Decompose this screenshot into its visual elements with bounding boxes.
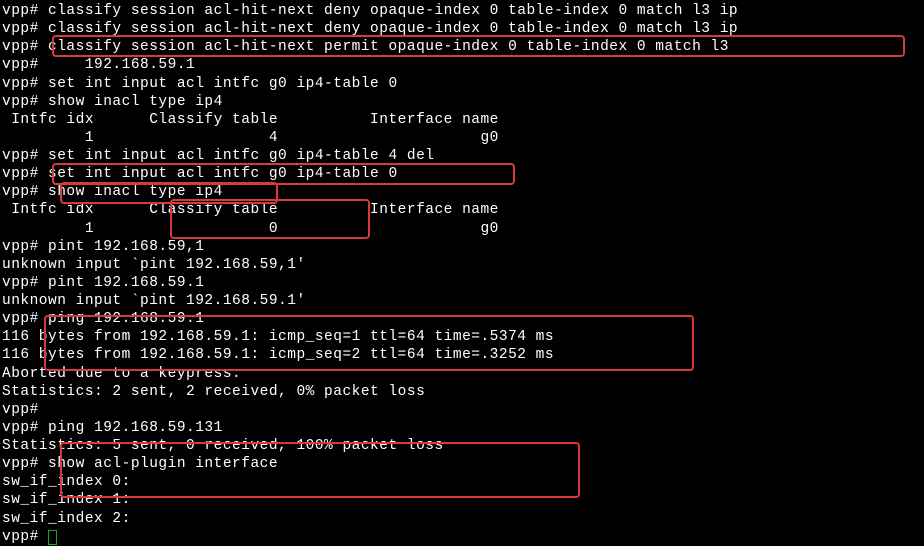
terminal-text: vpp# show inacl type ip4 (2, 184, 223, 200)
terminal-text: Statistics: 2 sent, 2 received, 0% packe… (2, 384, 425, 400)
terminal-line: vpp# classify session acl-hit-next permi… (2, 38, 922, 56)
terminal-text: vpp# ping 192.168.59.1 (2, 311, 204, 327)
terminal-line: 116 bytes from 192.168.59.1: icmp_seq=1 … (2, 328, 922, 346)
terminal-text: Aborted due to a keypress. (2, 366, 241, 382)
terminal-text: 116 bytes from 192.168.59.1: icmp_seq=1 … (2, 329, 554, 345)
terminal-text: Intfc idx Classify table Interface name (2, 112, 499, 128)
terminal-text: vpp# pint 192.168.59,1 (2, 239, 204, 255)
terminal-text: unknown input `pint 192.168.59,1' (2, 257, 306, 273)
terminal-text: sw_if_index 2: (2, 511, 131, 527)
terminal-line: Statistics: 2 sent, 2 received, 0% packe… (2, 383, 922, 401)
terminal-line: Statistics: 5 sent, 0 received, 100% pac… (2, 437, 922, 455)
terminal-line: Aborted due to a keypress. (2, 365, 922, 383)
terminal-line: vpp# set int input acl intfc g0 ip4-tabl… (2, 165, 922, 183)
terminal-text: vpp# show inacl type ip4 (2, 94, 223, 110)
terminal-text: sw_if_index 1: (2, 492, 131, 508)
terminal-line: sw_if_index 1: (2, 491, 922, 509)
terminal-line: unknown input `pint 192.168.59.1' (2, 292, 922, 310)
terminal-line: vpp# set int input acl intfc g0 ip4-tabl… (2, 147, 922, 165)
terminal-text: Intfc idx Classify table Interface name (2, 202, 499, 218)
terminal-line: vpp# set int input acl intfc g0 ip4-tabl… (2, 75, 922, 93)
terminal-text: Statistics: 5 sent, 0 received, 100% pac… (2, 438, 444, 454)
terminal-line: sw_if_index 0: (2, 473, 922, 491)
terminal-text: 1 4 g0 (2, 130, 499, 146)
terminal-line: vpp# (2, 528, 922, 546)
terminal-text: vpp# set int input acl intfc g0 ip4-tabl… (2, 148, 434, 164)
terminal-text: vpp# classify session acl-hit-next deny … (2, 3, 738, 19)
terminal-line: vpp# show acl-plugin interface (2, 455, 922, 473)
terminal-text: 116 bytes from 192.168.59.1: icmp_seq=2 … (2, 347, 554, 363)
terminal-text: vpp# set int input acl intfc g0 ip4-tabl… (2, 76, 398, 92)
terminal-line: vpp# classify session acl-hit-next deny … (2, 2, 922, 20)
terminal-line: vpp# classify session acl-hit-next deny … (2, 20, 922, 38)
terminal-line: vpp# show inacl type ip4 (2, 183, 922, 201)
terminal-text: unknown input `pint 192.168.59.1' (2, 293, 306, 309)
terminal-line: 1 4 g0 (2, 129, 922, 147)
terminal-line: vpp# pint 192.168.59.1 (2, 274, 922, 292)
terminal-line: vpp# ping 192.168.59.1 (2, 310, 922, 328)
terminal-line: sw_if_index 2: (2, 510, 922, 528)
terminal-line: vpp# (2, 401, 922, 419)
terminal-text: vpp# (2, 402, 39, 418)
terminal-text: sw_if_index 0: (2, 474, 131, 490)
terminal-output[interactable]: vpp# classify session acl-hit-next deny … (2, 2, 922, 546)
terminal-text: 1 0 g0 (2, 221, 499, 237)
terminal-text: vpp# set int input acl intfc g0 ip4-tabl… (2, 166, 398, 182)
terminal-line: 116 bytes from 192.168.59.1: icmp_seq=2 … (2, 346, 922, 364)
cursor (48, 530, 57, 545)
terminal-line: vpp# show inacl type ip4 (2, 93, 922, 111)
terminal-text: vpp# (2, 529, 48, 545)
terminal-line: 1 0 g0 (2, 220, 922, 238)
terminal-text: vpp# 192.168.59.1 (2, 57, 195, 73)
terminal-text: vpp# pint 192.168.59.1 (2, 275, 204, 291)
terminal-text: vpp# show acl-plugin interface (2, 456, 278, 472)
terminal-line: unknown input `pint 192.168.59,1' (2, 256, 922, 274)
terminal-line: vpp# ping 192.168.59.131 (2, 419, 922, 437)
terminal-line: Intfc idx Classify table Interface name (2, 201, 922, 219)
terminal-line: vpp# pint 192.168.59,1 (2, 238, 922, 256)
terminal-text: vpp# classify session acl-hit-next permi… (2, 39, 738, 55)
terminal-text: vpp# ping 192.168.59.131 (2, 420, 223, 436)
terminal-line: Intfc idx Classify table Interface name (2, 111, 922, 129)
terminal-line: vpp# 192.168.59.1 (2, 56, 922, 74)
terminal-text: vpp# classify session acl-hit-next deny … (2, 21, 738, 37)
